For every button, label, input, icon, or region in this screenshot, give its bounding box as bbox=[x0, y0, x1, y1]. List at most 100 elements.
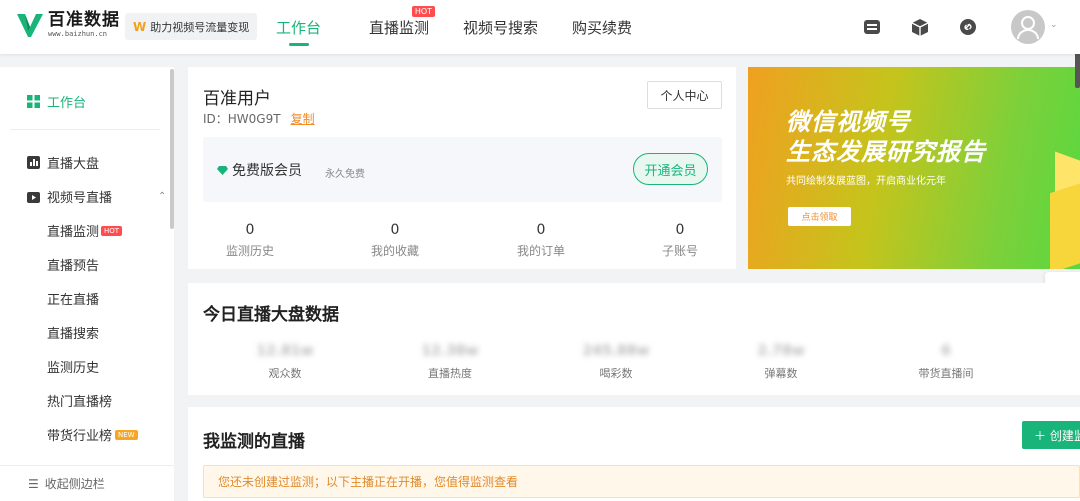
nav-channel-search-label: 视频号搜索 bbox=[463, 18, 539, 37]
stat-label: 我的订单 bbox=[516, 244, 565, 258]
banner-title: 微信视频号 生态发展研究报告 bbox=[786, 107, 986, 167]
sidebar-scrollbar[interactable] bbox=[170, 69, 174, 229]
banner-title-line1: 微信视频号 bbox=[786, 108, 911, 136]
stat-sub-accounts[interactable]: 0 子账号 bbox=[620, 222, 740, 259]
nav-workbench-label: 工作台 bbox=[276, 18, 322, 37]
sidebar-item-workbench-label: 工作台 bbox=[47, 96, 87, 111]
user-id: ID：HW0G9T 复制 bbox=[203, 110, 315, 127]
stat-label: 直播热度 bbox=[428, 367, 472, 380]
stat-label: 监测历史 bbox=[225, 244, 274, 258]
section-title: 我监测的直播 bbox=[203, 432, 305, 452]
diamond-icon bbox=[217, 165, 228, 175]
membership-sub: 永久免费 bbox=[325, 169, 365, 180]
banner-decoration bbox=[1050, 176, 1080, 269]
sidebar-sub-monitor-history[interactable]: 监测历史 bbox=[47, 357, 99, 376]
user-card: 百准用户 ID：HW0G9T 复制 个人中心 免费版会员 永久免费 开通会员 0 … bbox=[188, 67, 736, 269]
stat-label: 喝彩数 bbox=[599, 367, 633, 380]
nav-channel-search[interactable]: 视频号搜索 bbox=[463, 0, 538, 54]
stat-favorites[interactable]: 0 我的收藏 bbox=[335, 222, 455, 259]
my-monitored-live: 我监测的直播 ＋ 创建监测 您还未创建过监测；以下主播正在开播，您值得监测查看 bbox=[188, 407, 1080, 501]
tv-icon bbox=[27, 192, 40, 203]
stat-monitor-history[interactable]: 0 监测历史 bbox=[190, 222, 310, 259]
user-icon bbox=[1017, 16, 1039, 40]
sidebar-item-channel-live[interactable]: 视频号直播 ⌃ bbox=[27, 187, 166, 206]
stat-value: 0 bbox=[245, 222, 255, 238]
bar-chart-icon bbox=[27, 156, 40, 169]
open-membership-button[interactable]: 开通会员 bbox=[633, 153, 708, 185]
stat-label: 子账号 bbox=[661, 244, 698, 258]
sidebar-sub-now-live[interactable]: 正在直播 bbox=[47, 289, 99, 308]
banner-title-line2: 生态发展研究报告 bbox=[786, 138, 986, 166]
banner-claim-button[interactable]: 点击领取 bbox=[788, 207, 851, 226]
today-stat-heat: 12.38w 直播热度 bbox=[400, 343, 500, 381]
sidebar-sub-live-preview[interactable]: 直播预告 bbox=[47, 255, 99, 274]
membership-label: 免费版会员 bbox=[217, 160, 302, 180]
stat-value: 0 bbox=[675, 222, 685, 238]
today-stat-selling-rooms: 6 带货直播间 bbox=[896, 343, 996, 381]
tools-icon[interactable] bbox=[862, 17, 882, 37]
collapse-sidebar-label: 收起侧边栏 bbox=[44, 477, 105, 491]
avatar[interactable] bbox=[1011, 10, 1045, 44]
user-id-text: ID：HW0G9T bbox=[203, 112, 281, 126]
new-badge: NEW bbox=[115, 429, 138, 440]
sidebar-sub-hot-rank[interactable]: 热门直播榜 bbox=[47, 391, 112, 410]
stat-value: 12.38w bbox=[421, 343, 479, 359]
today-stat-danmaku: 2.78w 弹幕数 bbox=[731, 343, 831, 381]
sidebar-item-channel-live-label: 视频号直播 bbox=[47, 191, 113, 206]
sidebar-sub-label: 监测历史 bbox=[47, 361, 100, 376]
stat-label: 观众数 bbox=[268, 367, 302, 380]
stat-orders[interactable]: 0 我的订单 bbox=[481, 222, 601, 259]
sidebar-sub-label: 正在直播 bbox=[47, 293, 100, 308]
logo[interactable]: 百准数据 www.baizhun.cn bbox=[16, 10, 120, 39]
slogan-text: 助力视频号流量变现 bbox=[150, 20, 250, 34]
sidebar-sub-industry-rank[interactable]: 带货行业榜 NEW bbox=[47, 425, 138, 444]
stat-label: 我的收藏 bbox=[370, 244, 419, 258]
collapse-sidebar-button[interactable]: ☰ 收起侧边栏 bbox=[0, 465, 174, 501]
personal-center-button[interactable]: 个人中心 bbox=[647, 81, 722, 109]
today-live-data: 今日直播大盘数据 12.81w 观众数 12.38w 直播热度 245.88w … bbox=[188, 283, 1080, 395]
chevron-down-icon[interactable]: ⌄ bbox=[1050, 20, 1058, 30]
logo-name: 百准数据 bbox=[48, 10, 120, 30]
chevron-up-icon[interactable]: ⌃ bbox=[158, 191, 166, 202]
nav-purchase-label: 购买续费 bbox=[572, 18, 633, 37]
nav-live-monitor[interactable]: 直播监测 HOT bbox=[369, 0, 436, 54]
notice-banner: 您还未创建过监测；以下主播正在开播，您值得监测查看 bbox=[203, 465, 1080, 498]
logo-mark-icon bbox=[17, 13, 43, 37]
today-stat-cheers: 245.88w 喝彩数 bbox=[566, 343, 666, 381]
package-icon[interactable] bbox=[910, 17, 930, 37]
sidebar-sub-label: 直播预告 bbox=[47, 259, 100, 274]
nav-workbench[interactable]: 工作台 bbox=[276, 0, 321, 54]
sidebar-sub-label: 直播搜索 bbox=[47, 327, 100, 342]
sidebar-sub-label: 直播监测 bbox=[47, 225, 100, 240]
today-stat-viewers: 12.81w 观众数 bbox=[235, 343, 335, 381]
membership-box: 免费版会员 永久免费 开通会员 bbox=[203, 137, 722, 202]
sidebar-item-live-dashboard[interactable]: 直播大盘 bbox=[27, 153, 99, 172]
sidebar-item-workbench[interactable]: 工作台 bbox=[27, 92, 86, 111]
copy-link[interactable]: 复制 bbox=[291, 112, 315, 126]
w-icon: W bbox=[133, 19, 147, 34]
nav-purchase[interactable]: 购买续费 bbox=[572, 0, 632, 54]
sidebar-sub-live-search[interactable]: 直播搜索 bbox=[47, 323, 99, 342]
sidebar-sub-live-monitor[interactable]: 直播监测 HOT bbox=[47, 221, 123, 240]
report-banner[interactable]: 微信视频号 生态发展研究报告 共同绘制发展蓝图，开启商业化元年 点击领取 bbox=[748, 67, 1080, 269]
create-monitor-button[interactable]: ＋ 创建监测 bbox=[1022, 421, 1080, 449]
logo-url: www.baizhun.cn bbox=[48, 30, 108, 38]
nav-live-monitor-label: 直播监测 bbox=[369, 18, 430, 37]
user-name: 百准用户 bbox=[203, 89, 271, 109]
stat-value: 2.78w bbox=[757, 343, 805, 359]
stat-value: 0 bbox=[536, 222, 546, 238]
main-nav: 工作台 直播监测 HOT 视频号搜索 购买续费 bbox=[260, 0, 632, 54]
banner-subtitle: 共同绘制发展蓝图，开启商业化元年 bbox=[786, 176, 946, 187]
membership-text: 免费版会员 bbox=[232, 163, 302, 179]
stat-value: 6 bbox=[941, 343, 951, 359]
sidebar-sub-label: 带货行业榜 bbox=[47, 429, 113, 444]
grid-icon bbox=[27, 95, 40, 108]
link-icon[interactable] bbox=[958, 17, 978, 37]
stat-value: 245.88w bbox=[582, 343, 650, 359]
collapse-icon: ☰ bbox=[28, 476, 39, 491]
sidebar-item-live-dashboard-label: 直播大盘 bbox=[47, 157, 100, 172]
slogan-badge: W 助力视频号流量变现 bbox=[125, 13, 258, 40]
stat-label: 弹幕数 bbox=[764, 367, 798, 380]
section-title: 今日直播大盘数据 bbox=[203, 305, 339, 325]
stat-label: 带货直播间 bbox=[918, 367, 974, 380]
